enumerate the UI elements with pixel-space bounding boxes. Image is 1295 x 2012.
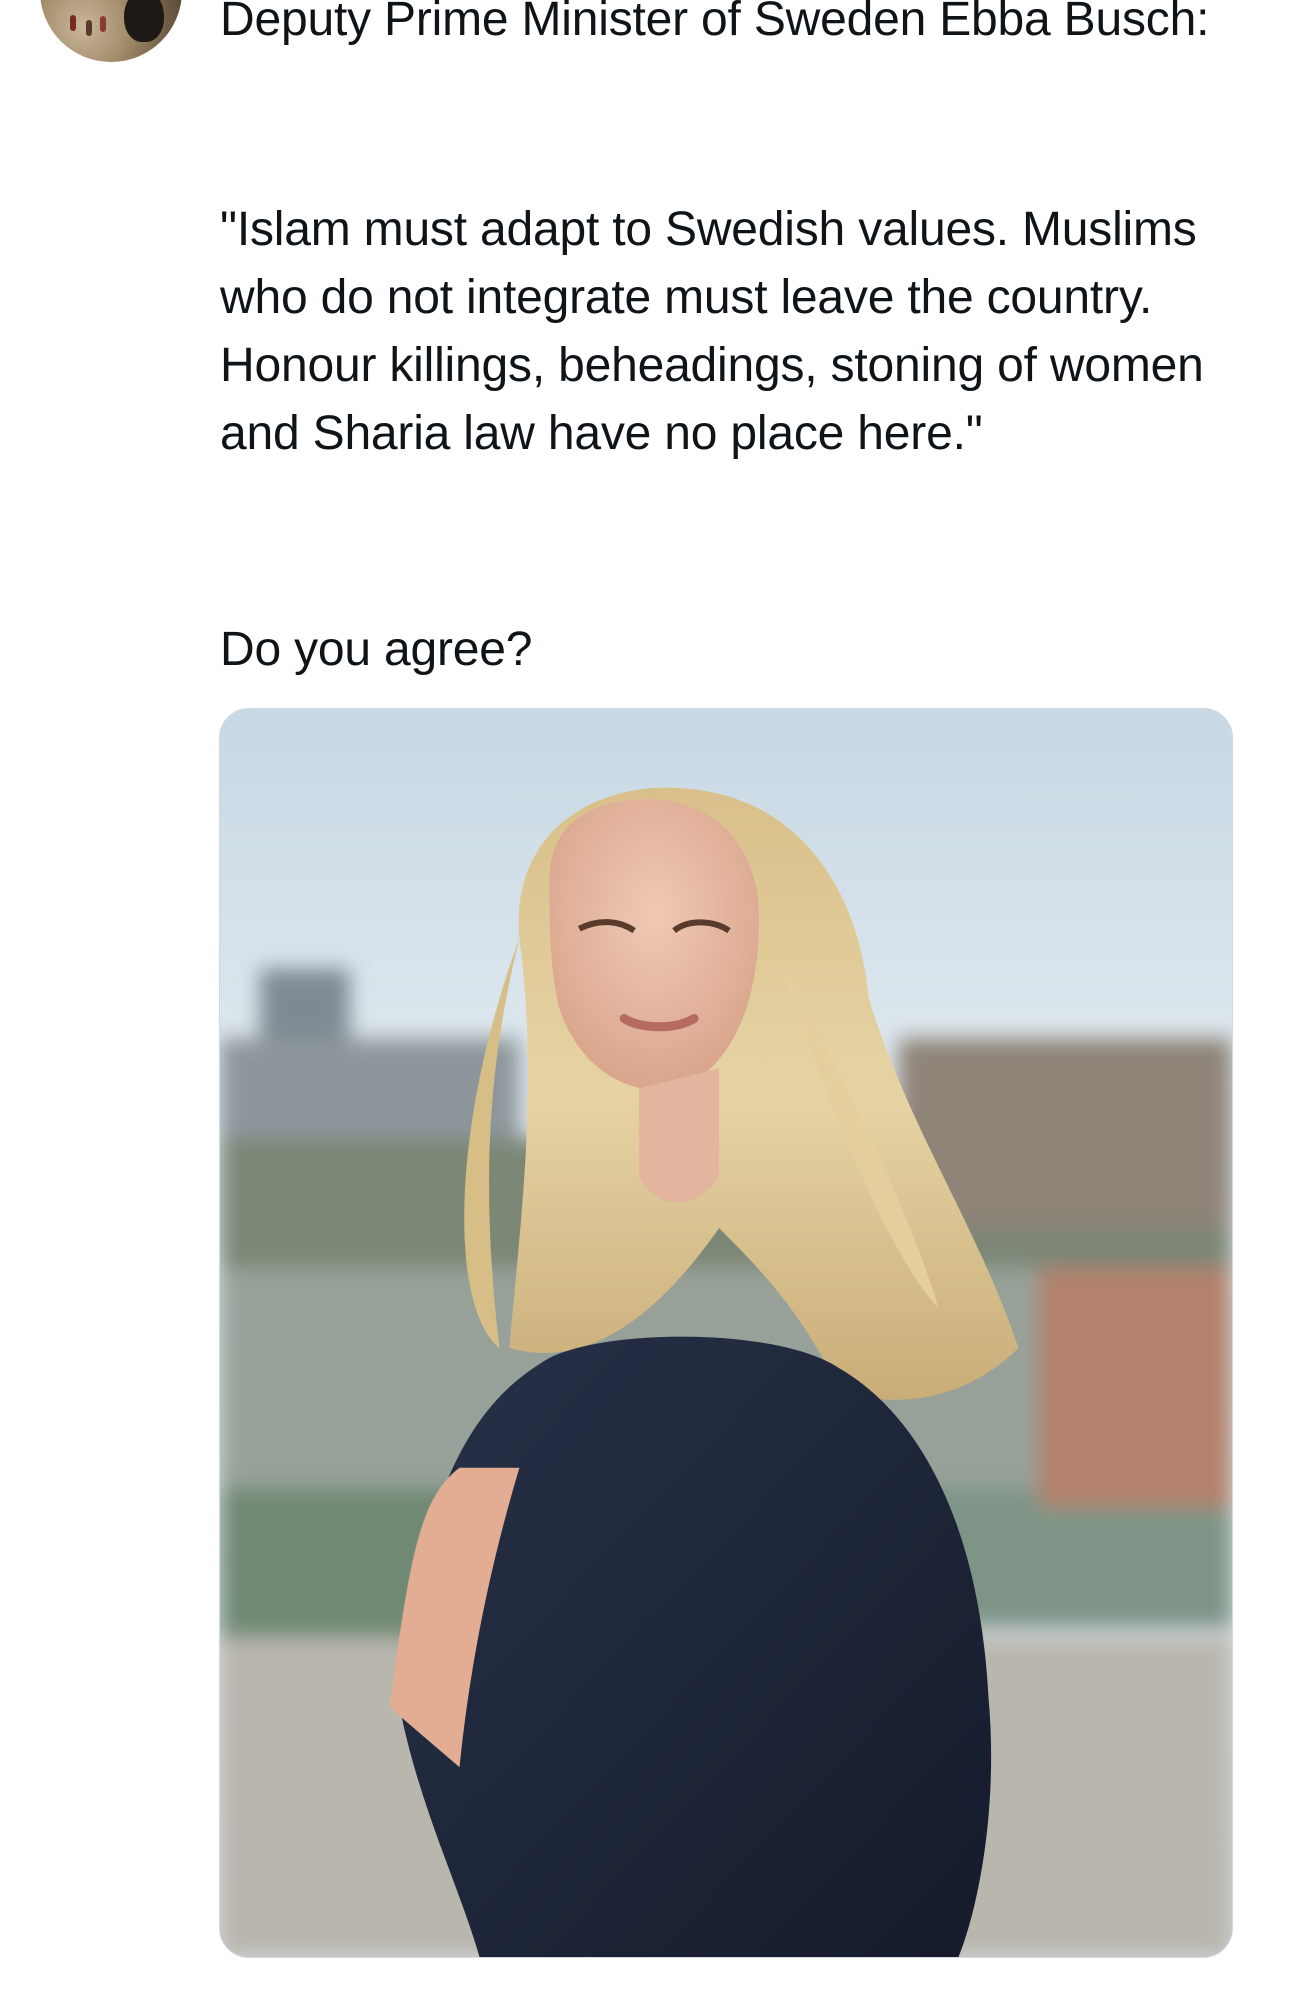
avatar-figure [70,15,76,31]
portrait-photo [220,709,1232,1957]
avatar-figure [100,16,106,32]
tweet-question: Do you agree? [220,623,533,676]
avatar-head [124,0,164,42]
avatar-figure [86,20,92,36]
tweet: Deputy Prime Minister of Sweden Ebba Bus… [0,0,1295,2012]
tweet-heading: Deputy Prime Minister of Sweden Ebba Bus… [220,0,1210,46]
avatar[interactable] [40,0,182,62]
tweet-quote: "Islam must adapt to Swedish values. Mus… [220,203,1217,460]
tweet-photo[interactable] [219,708,1233,1958]
